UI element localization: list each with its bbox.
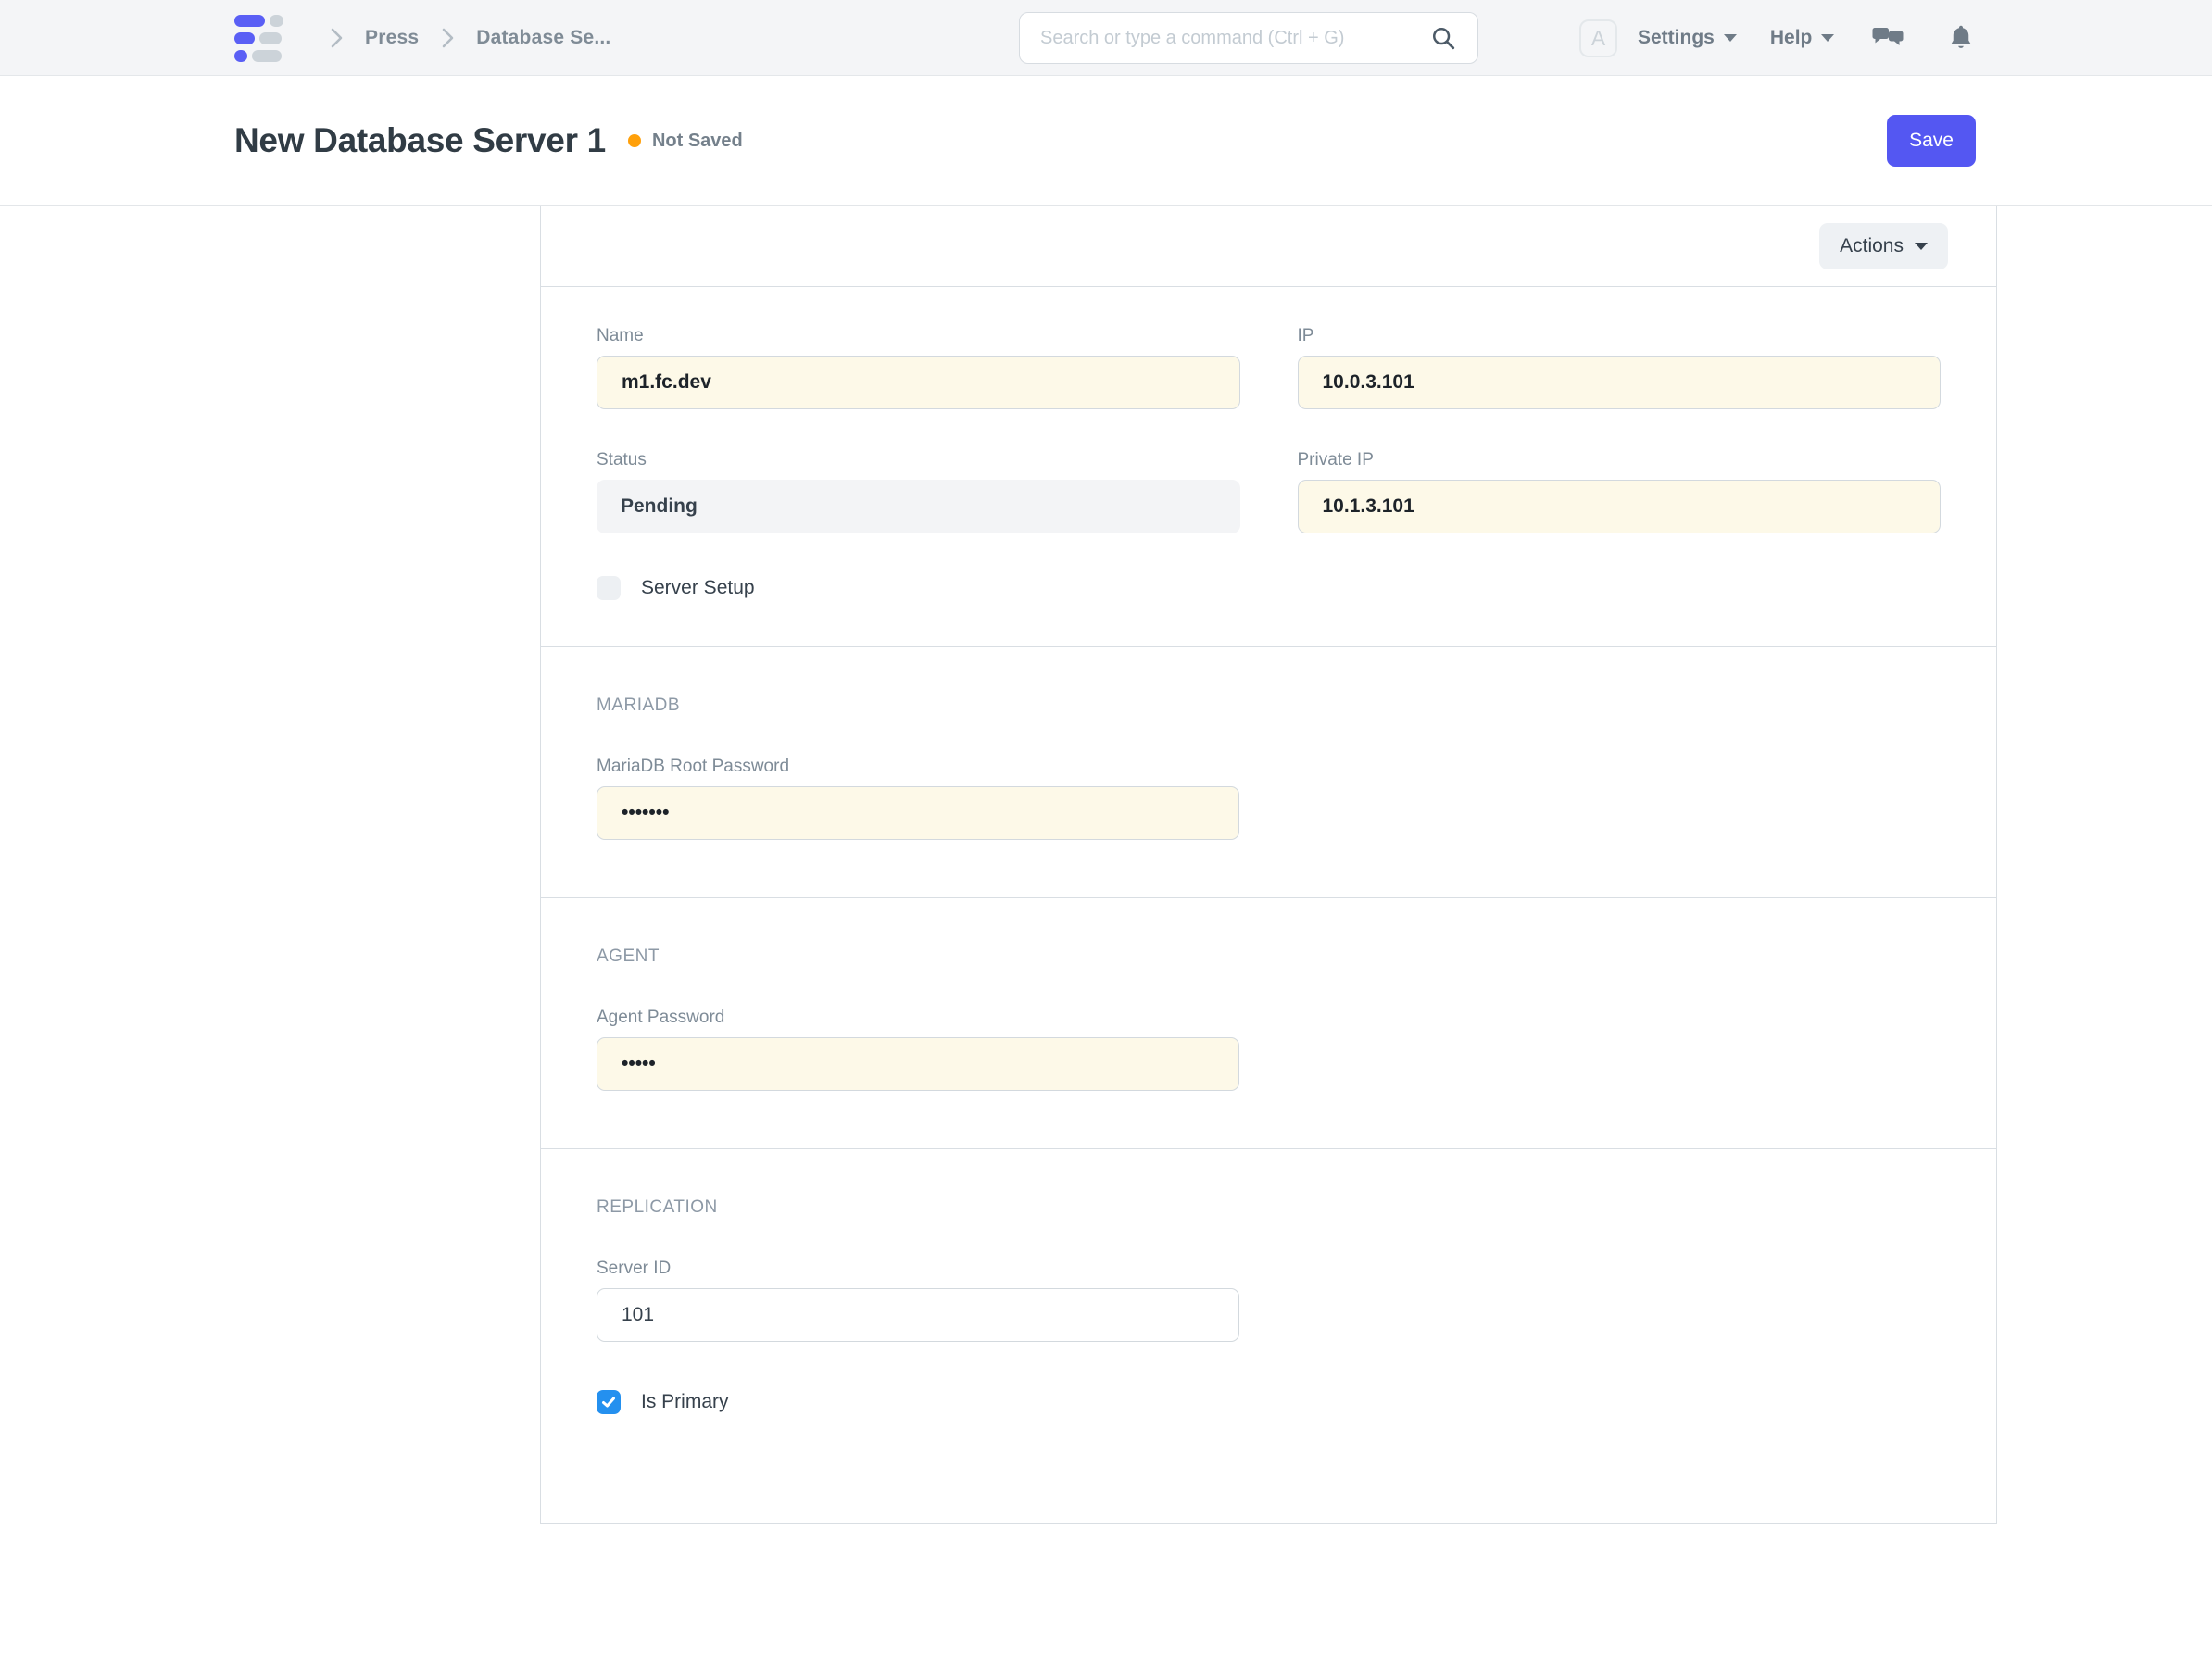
status-value: Pending — [597, 480, 1240, 533]
settings-label: Settings — [1638, 27, 1715, 49]
navbar-right: A Settings Help — [1579, 0, 1975, 76]
search-icon[interactable] — [1429, 24, 1457, 52]
chevron-down-icon — [1821, 34, 1834, 42]
menu-settings[interactable]: Settings — [1638, 27, 1737, 49]
section-details: Name IP Status Pending Private IP — [541, 287, 1996, 647]
agent-password-label: Agent Password — [597, 1008, 1239, 1028]
chevron-down-icon — [1915, 243, 1928, 250]
is-primary-checkbox-row[interactable]: Is Primary — [597, 1390, 1941, 1414]
field-name: Name — [597, 326, 1240, 409]
breadcrumb-chevron-icon — [437, 26, 458, 50]
server-setup-checkbox-row[interactable]: Server Setup — [597, 576, 1941, 600]
breadcrumb-chevron-icon — [326, 26, 346, 50]
unsaved-indicator-label: Not Saved — [652, 131, 743, 152]
app-logo-icon[interactable] — [234, 15, 283, 62]
section-replication: REPLICATION Server ID Is Primary — [541, 1149, 1996, 1472]
page-header: New Database Server 1 Not Saved Save — [0, 76, 2212, 206]
server-setup-label: Server Setup — [641, 577, 755, 599]
page-title: New Database Server 1 — [234, 121, 606, 160]
actions-label: Actions — [1840, 235, 1904, 257]
field-status: Status Pending — [597, 450, 1240, 533]
breadcrumb-item-press[interactable]: Press — [365, 27, 419, 49]
form-toolbar: Actions — [541, 206, 1996, 287]
field-mariadb-root-password: MariaDB Root Password — [597, 757, 1239, 840]
menu-help[interactable]: Help — [1770, 27, 1835, 49]
field-server-id: Server ID — [597, 1259, 1239, 1342]
global-search-input[interactable] — [1040, 28, 1429, 49]
agent-password-input[interactable] — [597, 1037, 1239, 1091]
mariadb-root-password-label: MariaDB Root Password — [597, 757, 1239, 777]
breadcrumb: Press Database Se... — [234, 0, 610, 76]
field-private-ip: Private IP — [1298, 450, 1942, 533]
field-ip: IP — [1298, 326, 1942, 409]
name-input[interactable] — [597, 356, 1240, 409]
ip-label: IP — [1298, 326, 1942, 346]
actions-button[interactable]: Actions — [1819, 223, 1948, 269]
private-ip-input[interactable] — [1298, 480, 1942, 533]
is-primary-label: Is Primary — [641, 1391, 729, 1413]
status-label: Status — [597, 450, 1240, 470]
section-agent: AGENT Agent Password — [541, 898, 1996, 1149]
navbar: Press Database Se... A Settings Help — [0, 0, 2212, 76]
unsaved-indicator-dot-icon — [628, 134, 641, 147]
global-search — [1019, 12, 1478, 64]
chat-icon[interactable] — [1871, 23, 1904, 53]
server-id-label: Server ID — [597, 1259, 1239, 1279]
agent-section-title: AGENT — [597, 946, 1941, 967]
server-id-input[interactable] — [597, 1288, 1239, 1342]
replication-section-title: REPLICATION — [597, 1197, 1941, 1218]
help-label: Help — [1770, 27, 1813, 49]
app-window: Press Database Se... A Settings Help — [0, 0, 2212, 1654]
server-setup-checkbox[interactable] — [597, 576, 621, 600]
form-container: Actions Name IP Status Pending — [540, 206, 1997, 1524]
name-label: Name — [597, 326, 1240, 346]
ip-input[interactable] — [1298, 356, 1942, 409]
private-ip-label: Private IP — [1298, 450, 1942, 470]
bell-icon[interactable] — [1947, 23, 1975, 54]
mariadb-section-title: MARIADB — [597, 695, 1941, 716]
mariadb-root-password-input[interactable] — [597, 786, 1239, 840]
chevron-down-icon — [1724, 34, 1737, 42]
avatar[interactable]: A — [1579, 19, 1617, 57]
breadcrumb-item-database-servers[interactable]: Database Se... — [476, 27, 610, 49]
save-button[interactable]: Save — [1887, 115, 1976, 167]
field-agent-password: Agent Password — [597, 1008, 1239, 1091]
section-mariadb: MARIADB MariaDB Root Password — [541, 647, 1996, 898]
is-primary-checkbox[interactable] — [597, 1390, 621, 1414]
